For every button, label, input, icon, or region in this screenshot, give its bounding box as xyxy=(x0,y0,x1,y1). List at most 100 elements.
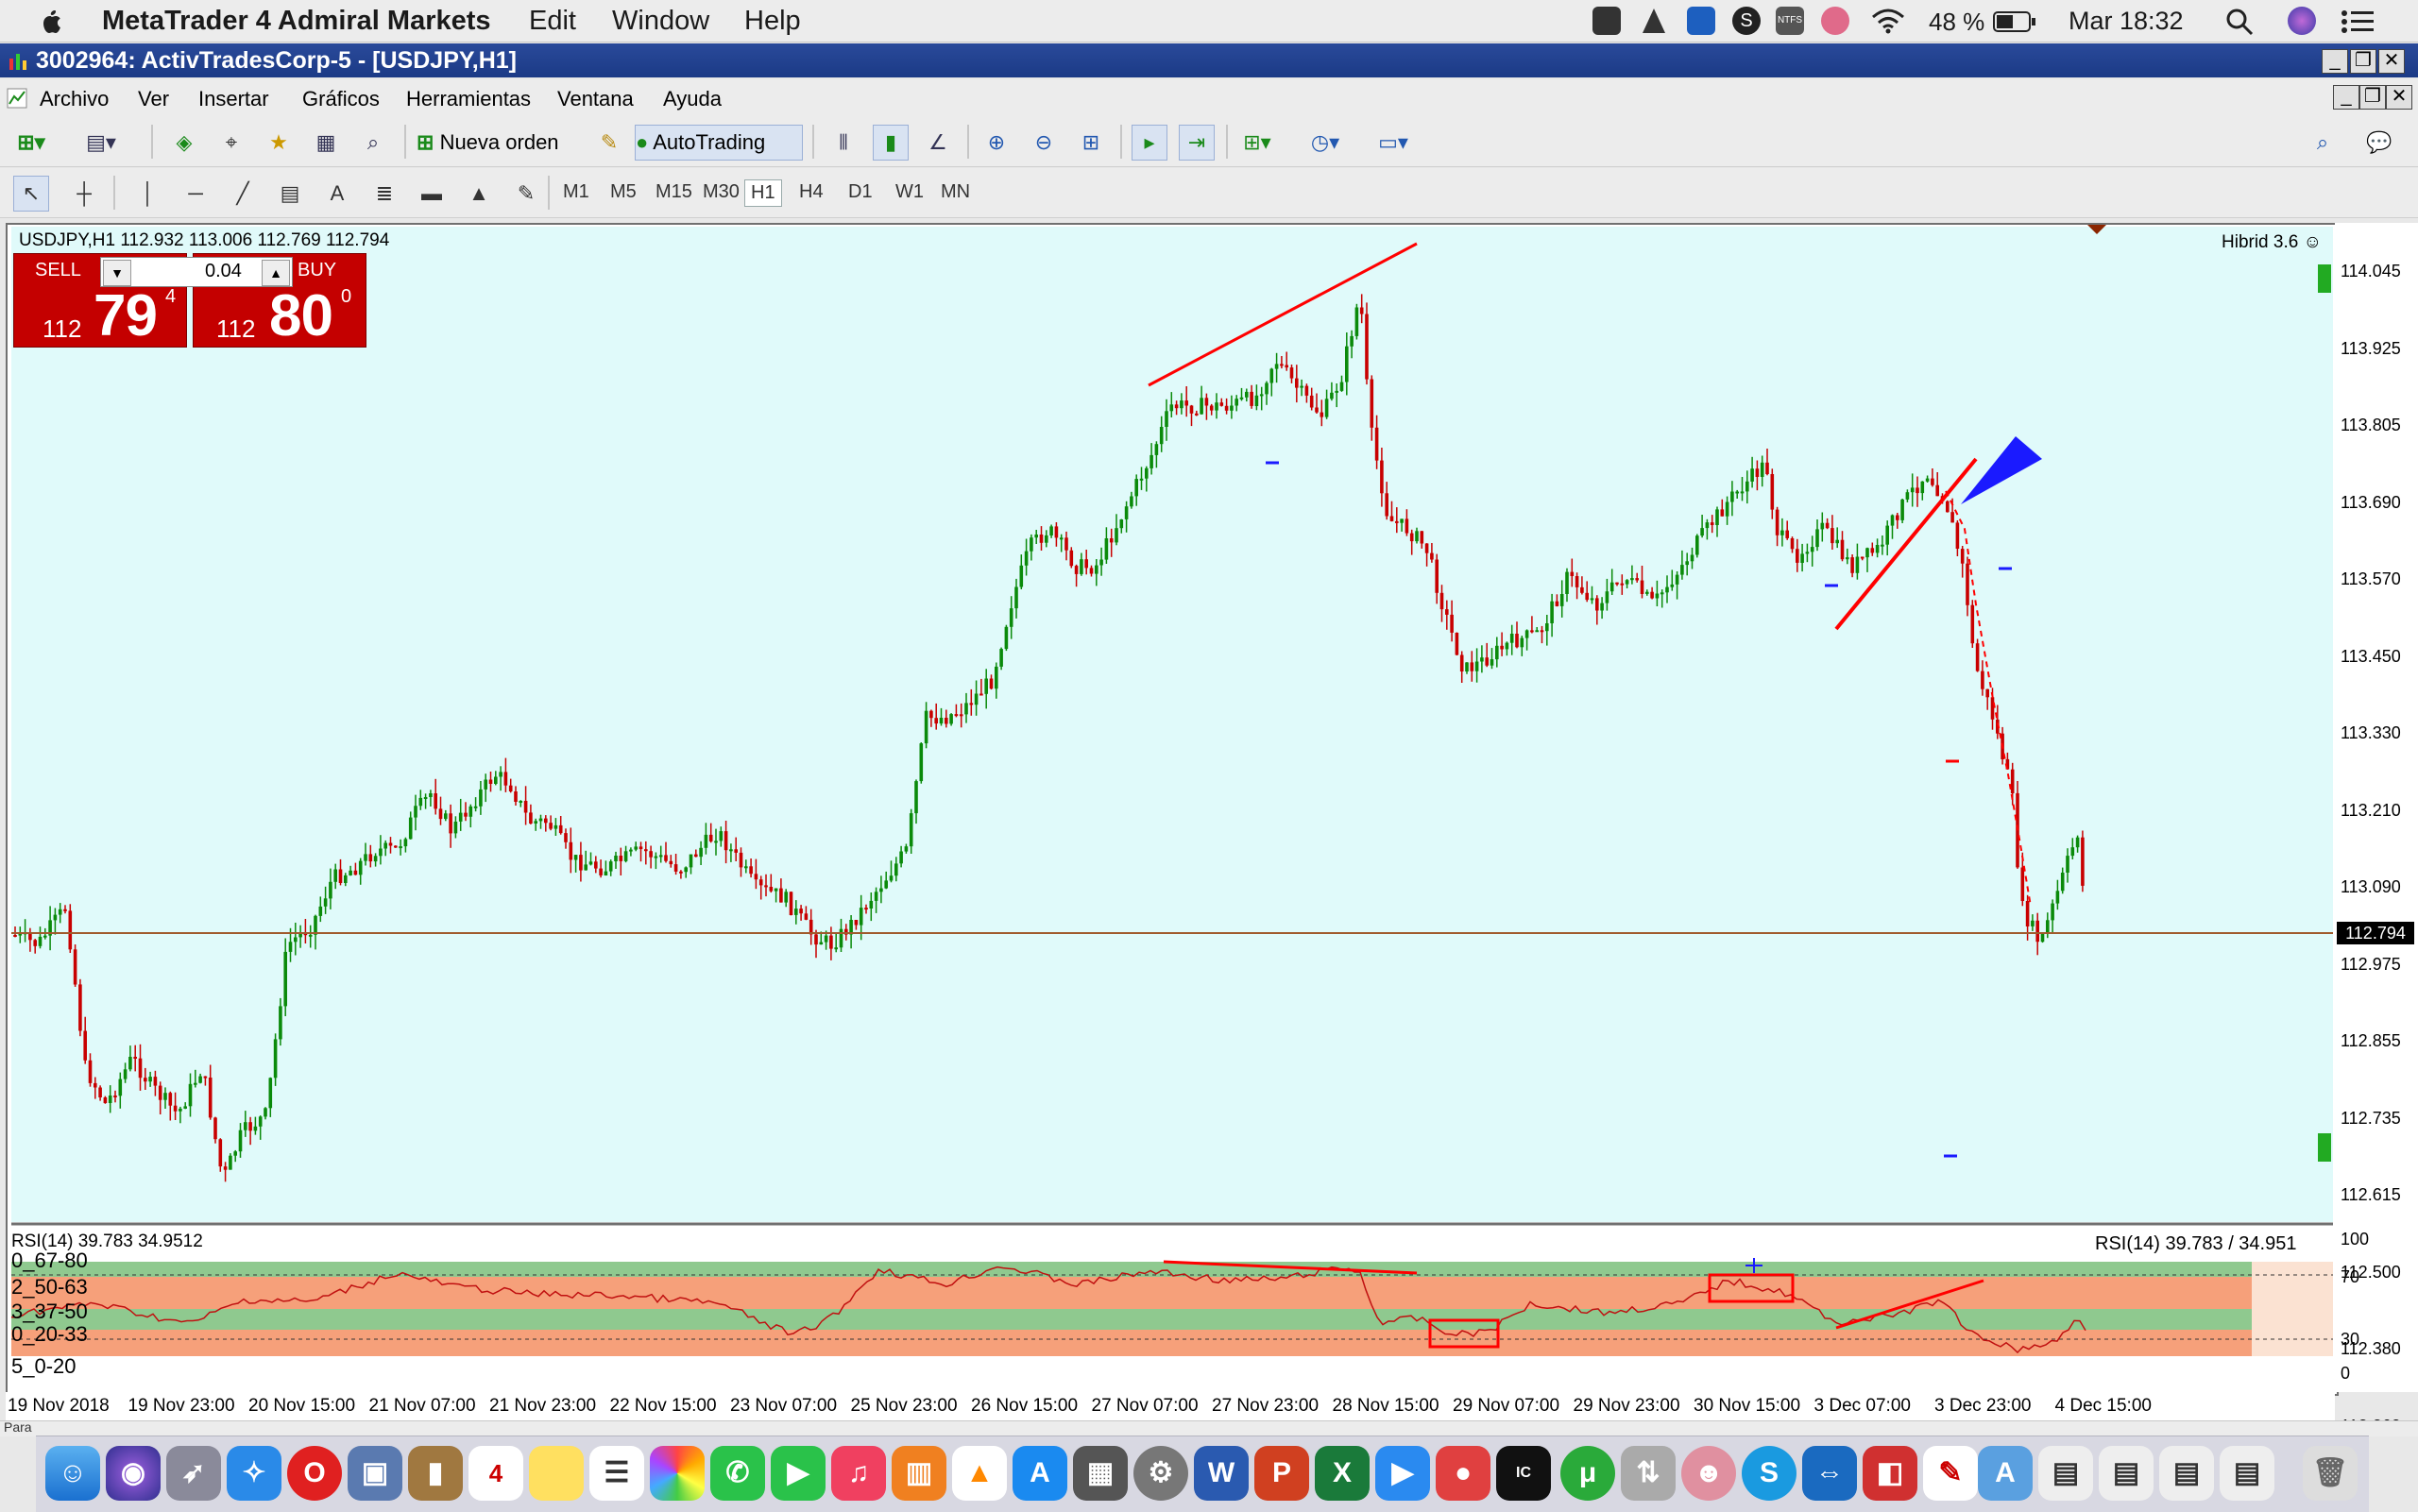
candle-body xyxy=(153,1077,158,1086)
price-marker-bottom[interactable] xyxy=(2318,1133,2331,1162)
candle-body xyxy=(614,856,618,861)
candle-body xyxy=(1335,390,1338,393)
itunes-icon[interactable]: ♫ xyxy=(831,1446,886,1501)
chart-shift-marker[interactable] xyxy=(2087,225,2106,234)
candle-body xyxy=(223,1166,228,1170)
calculator-icon[interactable]: ▦ xyxy=(1073,1446,1128,1501)
candle-body xyxy=(499,772,502,777)
document-icon[interactable]: ▤ xyxy=(2038,1446,2093,1501)
opera-icon[interactable]: O xyxy=(287,1446,342,1501)
network-icon[interactable]: ⇅ xyxy=(1621,1446,1676,1501)
candle-body xyxy=(403,839,408,847)
candle-body xyxy=(744,866,748,869)
price-marker-top[interactable] xyxy=(2318,264,2331,293)
time-tick: 27 Nov 07:00 xyxy=(1091,1396,1199,1416)
candle-body xyxy=(138,1058,143,1079)
time-tick: 23 Nov 07:00 xyxy=(730,1396,838,1416)
launchpad-icon[interactable]: ➶ xyxy=(166,1446,221,1501)
document-icon[interactable]: ▤ xyxy=(2159,1446,2214,1501)
trash-icon[interactable]: 🗑 xyxy=(2303,1446,2358,1501)
skype-dock-icon[interactable]: S xyxy=(1742,1446,1796,1501)
candle-body xyxy=(438,808,443,820)
candle-body xyxy=(1635,578,1639,581)
candle-body xyxy=(1184,400,1188,406)
messages-icon[interactable]: ✆ xyxy=(710,1446,765,1501)
teamviewer-dock-icon[interactable]: ⇔ xyxy=(1802,1446,1857,1501)
candle-body xyxy=(708,834,713,841)
system-preferences-icon[interactable]: ⚙ xyxy=(1133,1446,1188,1501)
candle-body xyxy=(588,861,593,865)
candle-body xyxy=(1860,556,1865,559)
candle-body xyxy=(338,869,343,883)
candle-body xyxy=(353,870,358,875)
candle-body xyxy=(874,892,878,901)
candle-body xyxy=(1796,549,1799,563)
notes-icon[interactable] xyxy=(529,1446,584,1501)
candle-body xyxy=(949,714,953,724)
powerpoint-icon[interactable]: P xyxy=(1254,1446,1309,1501)
candle-body xyxy=(1034,535,1038,538)
word-icon[interactable]: W xyxy=(1194,1446,1249,1501)
facetime-icon[interactable]: ▶ xyxy=(771,1446,826,1501)
candle-body xyxy=(1274,364,1279,369)
lot-size-field[interactable]: ▼ 0.04 ▲ xyxy=(100,257,293,287)
cat-dock-icon[interactable]: ☻ xyxy=(1681,1446,1736,1501)
candle-body xyxy=(434,793,437,809)
candle-body xyxy=(1870,548,1875,553)
candle-body xyxy=(1239,397,1244,399)
dots-icon[interactable]: ● xyxy=(1436,1446,1490,1501)
candle-body xyxy=(699,847,703,858)
finder-icon[interactable]: ☺ xyxy=(45,1446,100,1501)
safari-icon[interactable]: ✧ xyxy=(227,1446,281,1501)
candle-body xyxy=(83,1030,87,1061)
candle-body xyxy=(924,710,928,744)
applications-folder-icon[interactable]: A xyxy=(1978,1446,2033,1501)
candle-body xyxy=(43,935,47,938)
lot-decrease-icon[interactable]: ▼ xyxy=(103,260,131,286)
books-icon[interactable]: ▥ xyxy=(892,1446,946,1501)
siri-dock-icon[interactable]: ◉ xyxy=(106,1446,161,1501)
ic-markets-icon[interactable]: IC xyxy=(1496,1446,1551,1501)
reminders-icon[interactable]: ☰ xyxy=(589,1446,644,1501)
candle-body xyxy=(1495,645,1499,660)
rsi-zone xyxy=(11,1309,2252,1330)
price-tick: 112.735 xyxy=(2341,1108,2401,1128)
app-store-icon[interactable]: A xyxy=(1013,1446,1067,1501)
candle-body xyxy=(1831,528,1834,544)
candle-body xyxy=(168,1093,173,1106)
document-icon[interactable]: ▤ xyxy=(2099,1446,2154,1501)
candle-body xyxy=(1780,530,1784,535)
candle-body xyxy=(494,776,498,784)
calendar-icon[interactable]: 4 xyxy=(468,1446,523,1501)
preview-icon[interactable]: ▣ xyxy=(348,1446,402,1501)
candle-body xyxy=(914,781,918,814)
zoom-icon[interactable]: ▶ xyxy=(1375,1446,1430,1501)
utorrent-icon[interactable]: μ xyxy=(1560,1446,1615,1501)
document-icon[interactable]: ▤ xyxy=(2220,1446,2274,1501)
acrobat-icon[interactable]: ✎ xyxy=(1923,1446,1978,1501)
candle-body xyxy=(889,875,894,881)
candle-body xyxy=(1609,582,1614,592)
candle-body xyxy=(1289,367,1294,379)
vlc-dock-icon[interactable]: ▲ xyxy=(952,1446,1007,1501)
candle-body xyxy=(704,834,708,848)
candle-body xyxy=(1490,659,1494,666)
candle-body xyxy=(1315,407,1319,413)
candle-body xyxy=(2040,934,2045,943)
contacts-icon[interactable]: ▮ xyxy=(408,1446,463,1501)
expert-label[interactable]: Hibrid 3.6 ☺ xyxy=(2222,232,2322,253)
candle-body xyxy=(774,888,778,892)
parallels-icon[interactable]: ◧ xyxy=(1863,1446,1917,1501)
time-tick: 29 Nov 07:00 xyxy=(1453,1396,1560,1416)
candle-body xyxy=(1365,314,1369,380)
photos-icon[interactable] xyxy=(650,1446,705,1501)
time-tick: 27 Nov 23:00 xyxy=(1212,1396,1320,1416)
time-tick: 28 Nov 15:00 xyxy=(1332,1396,1439,1416)
excel-icon[interactable]: X xyxy=(1315,1446,1370,1501)
candle-body xyxy=(573,855,578,860)
candle-body xyxy=(144,1078,147,1082)
lot-increase-icon[interactable]: ▲ xyxy=(262,260,290,286)
candle-body xyxy=(1970,604,1975,644)
candle-body xyxy=(358,860,363,875)
candle-body xyxy=(78,984,82,1031)
